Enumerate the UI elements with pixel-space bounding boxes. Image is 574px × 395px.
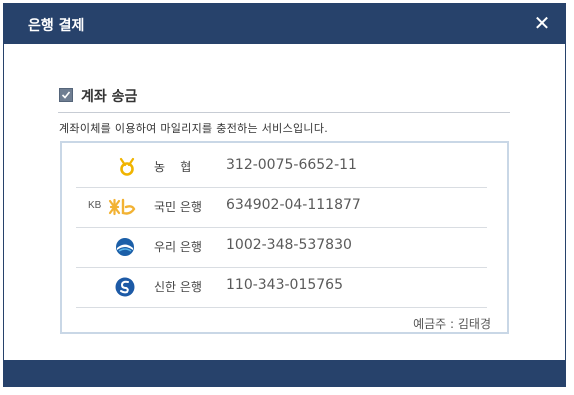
account-row-shinhan: 신한 은행 110-343-015765 (76, 267, 487, 308)
dialog-title: 은행 결제 (28, 18, 85, 34)
account-row-woori: 우리 은행 1002-348-537830 (76, 227, 487, 268)
account-number: 1002-348-537830 (226, 237, 352, 253)
account-row-kb: KB 국민 은행 634902-04-111877 (76, 187, 487, 228)
bank-name: 국민 은행 (154, 200, 202, 214)
woori-logo-icon (114, 236, 138, 258)
bank-name: 농 협 (154, 160, 192, 174)
bank-payment-dialog: 은행 결제 ✕ 계좌 송금 계좌이체를 이용하여 마일리지를 충전하는 서비스입… (3, 3, 566, 387)
nh-logo-icon (116, 156, 140, 178)
account-row-nh: 농 협 312-0075-6652-11 (76, 147, 487, 188)
account-number: 634902-04-111877 (226, 197, 361, 213)
footer-bar (4, 360, 565, 386)
kb-logo-text: KB (88, 200, 102, 211)
section-header: 계좌 송금 (58, 86, 510, 113)
close-icon[interactable]: ✕ (531, 12, 553, 34)
section-description: 계좌이체를 이용하여 마일리지를 충전하는 서비스입니다. (59, 122, 329, 135)
account-list: 농 협 312-0075-6652-11 KB 국민 은행 634902-04-… (60, 141, 509, 334)
account-number: 312-0075-6652-11 (226, 157, 357, 173)
account-number: 110-343-015765 (226, 277, 343, 293)
shinhan-logo-icon (114, 276, 138, 298)
bank-name: 신한 은행 (154, 280, 202, 294)
checkbox-icon (59, 88, 73, 102)
kb-logo-icon: KB (88, 196, 140, 218)
section-title: 계좌 송금 (81, 89, 138, 105)
title-bar: 은행 결제 ✕ (4, 4, 565, 44)
account-holder: 예금주 : 김태경 (413, 317, 491, 331)
bank-name: 우리 은행 (154, 240, 202, 254)
